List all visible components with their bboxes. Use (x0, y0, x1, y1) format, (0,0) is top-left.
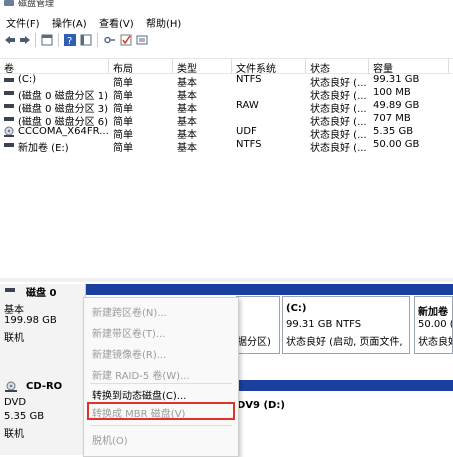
drive-icon (4, 143, 14, 147)
row-capacity: 100 MB (373, 87, 411, 98)
panel-icon[interactable] (80, 34, 92, 46)
drive-icon (4, 91, 14, 95)
col-filesystem[interactable]: 文件系统 (236, 60, 276, 75)
key-icon[interactable] (104, 34, 116, 46)
table-row[interactable]: 新加卷 (E:) 简单 基本 NTFS 状态良好 (... 50.00 GB (0, 139, 453, 154)
cdrom-info-panel[interactable]: CD-RO DVD 5.35 GB 联机 (0, 379, 86, 455)
table-row[interactable]: (磁盘 0 磁盘分区 6) 简单 基本 状态良好 (... 707 MB (0, 113, 453, 128)
row-capacity: 99.31 GB (373, 74, 420, 85)
row-capacity: 707 MB (373, 113, 411, 124)
drive-icon (4, 78, 14, 82)
disk0-size: 199.98 GB (4, 315, 57, 326)
drive-icon (4, 117, 14, 121)
title-bar: 磁盘管理 (0, 0, 453, 10)
cd-drive-icon (4, 126, 14, 137)
disk0-info-panel[interactable]: 磁盘 0 基本 199.98 GB 联机 (0, 284, 86, 380)
context-menu: 新建跨区卷(N)... 新建带区卷(T)... 新建镜像卷(R)... 新建 R… (83, 297, 239, 457)
table-row[interactable]: (C:) 简单 基本 NTFS 状态良好 (... 99.31 GB (0, 74, 453, 89)
col-capacity[interactable]: 容量 (373, 60, 393, 75)
partition-block[interactable]: 据分区) (236, 296, 280, 354)
menu-separator (90, 383, 232, 384)
row-type: 基本 (177, 143, 197, 154)
menu-view[interactable]: 查看(V) (99, 15, 134, 30)
cdrom-name: CD-RO (26, 381, 63, 392)
window-title: 磁盘管理 (18, 0, 55, 9)
cdrom-volume-label: DV9 (D:) (237, 400, 285, 411)
col-separator[interactable] (231, 59, 232, 73)
disk0-state: 联机 (4, 333, 24, 344)
menu-offline[interactable]: 脱机(O) (92, 432, 128, 447)
row-capacity: 49.89 GB (373, 100, 420, 111)
properties-icon[interactable] (136, 34, 148, 46)
drive-icon (4, 104, 14, 108)
forward-arrow-icon[interactable] (19, 34, 31, 46)
cd-drive-icon (5, 381, 17, 392)
menu-help[interactable]: 帮助(H) (146, 15, 181, 30)
row-volume: CCCOMA_X64FR... (18, 126, 109, 137)
partition-label: 据分区) (237, 337, 271, 348)
toolbar-separator (97, 33, 98, 47)
disk-icon (5, 288, 15, 292)
disk-management-icon (4, 0, 14, 6)
row-filesystem: NTFS (236, 74, 262, 85)
col-layout[interactable]: 布局 (113, 60, 133, 75)
menu-file[interactable]: 文件(F) (6, 15, 40, 30)
toolbar: ? (0, 31, 453, 49)
disk0-name: 磁盘 0 (26, 288, 57, 299)
cdrom-kind: DVD (4, 397, 27, 408)
menu-action[interactable]: 操作(A) (52, 15, 87, 30)
partition-e[interactable]: 新加卷 50.00 ( 状态良好 (414, 296, 453, 354)
menu-new-raid5[interactable]: 新建 RAID-5 卷(W)... (92, 367, 190, 382)
volume-list-header: 卷 布局 类型 文件系统 状态 容量 (0, 58, 453, 75)
row-volume: 新加卷 (E:) (18, 143, 69, 154)
menu-bar: 文件(F) 操作(A) 查看(V) 帮助(H) (0, 12, 453, 30)
help-icon[interactable]: ? (64, 34, 76, 46)
partition-e-title: 新加卷 (418, 307, 448, 318)
menu-separator (90, 425, 232, 426)
col-separator[interactable] (368, 59, 369, 73)
menu-new-mirrored[interactable]: 新建镜像卷(R)... (92, 346, 166, 361)
back-arrow-icon[interactable] (4, 34, 16, 46)
col-separator[interactable] (108, 59, 109, 73)
pane-splitter[interactable] (0, 278, 453, 282)
col-type[interactable]: 类型 (177, 60, 197, 75)
partition-c-status: 状态良好 (启动, 页面文件, (286, 337, 403, 348)
toolbar-separator (58, 33, 59, 47)
table-row[interactable]: CCCOMA_X64FR... 简单 基本 UDF 状态良好 (... 5.35… (0, 126, 453, 141)
disk0-partition-bar (86, 284, 453, 295)
partition-c-title: (C:) (286, 303, 307, 314)
cdrom-size: 5.35 GB (4, 411, 45, 422)
row-capacity: 50.00 GB (373, 139, 420, 150)
row-filesystem: RAW (236, 100, 259, 111)
partition-e-status: 状态良好 (418, 337, 452, 348)
row-filesystem: UDF (236, 126, 257, 137)
col-status[interactable]: 状态 (310, 60, 330, 75)
row-status: 状态良好 (... (310, 143, 367, 154)
table-row[interactable]: (磁盘 0 磁盘分区 1) 简单 基本 状态良好 (... 100 MB (0, 87, 453, 102)
partition-c-size: 99.31 GB NTFS (286, 319, 362, 330)
menu-new-striped[interactable]: 新建带区卷(T)... (92, 325, 165, 340)
row-filesystem: NTFS (236, 139, 262, 150)
col-separator[interactable] (172, 59, 173, 73)
toolbar-separator (35, 33, 36, 47)
table-row[interactable]: (磁盘 0 磁盘分区 3) 简单 基本 RAW 状态良好 (... 49.89 … (0, 100, 453, 115)
row-volume: (C:) (18, 74, 37, 85)
menu-convert-mbr[interactable]: 转换成 MBR 磁盘(V) (92, 405, 185, 420)
menu-new-spanned[interactable]: 新建跨区卷(N)... (92, 304, 167, 319)
panel-icon[interactable] (41, 34, 53, 46)
svg-text:?: ? (67, 36, 72, 46)
partition-e-size: 50.00 ( (418, 319, 453, 330)
row-layout: 简单 (113, 143, 133, 154)
menu-convert-dynamic[interactable]: 转换到动态磁盘(C)... (92, 387, 186, 402)
row-capacity: 5.35 GB (373, 126, 414, 137)
col-volume[interactable]: 卷 (4, 60, 14, 75)
partition-c[interactable]: (C:) 99.31 GB NTFS 状态良好 (启动, 页面文件, (282, 296, 410, 354)
col-separator[interactable] (448, 59, 449, 73)
cdrom-state: 联机 (4, 429, 24, 440)
checkbox-icon[interactable] (120, 34, 132, 46)
disk0-kind: 基本 (4, 305, 24, 316)
col-separator[interactable] (305, 59, 306, 73)
